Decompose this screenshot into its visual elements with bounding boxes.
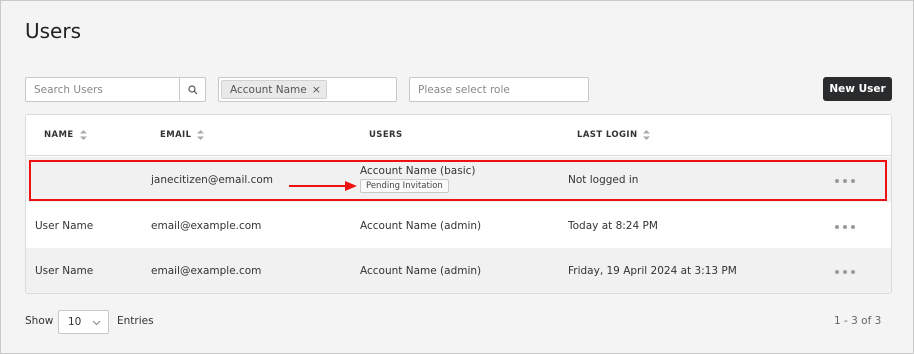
cell-name: User Name <box>35 220 94 232</box>
cell-last-login: Today at 8:24 PM <box>568 220 658 232</box>
page-title: Users <box>25 19 82 43</box>
row-actions-menu-icon[interactable] <box>835 267 855 277</box>
table-row[interactable]: janecitizen@email.com Account Name (basi… <box>26 157 891 202</box>
users-table: NAME EMAIL USERS LAST LOGIN janecitizen@… <box>25 114 892 294</box>
page-size-value: 10 <box>68 316 82 328</box>
row-actions-menu-icon[interactable] <box>835 176 855 186</box>
search-button[interactable] <box>179 78 205 101</box>
column-header-name[interactable]: NAME <box>44 130 87 140</box>
sort-icon <box>197 130 205 140</box>
cell-email: email@example.com <box>151 220 262 232</box>
column-header-last-login-label: LAST LOGIN <box>577 130 638 140</box>
column-header-last-login[interactable]: LAST LOGIN <box>577 130 651 140</box>
pagination-range: 1 - 3 of 3 <box>834 315 882 327</box>
search-icon <box>187 84 197 94</box>
search-box <box>25 77 206 102</box>
sort-icon <box>79 130 87 140</box>
cell-users: Account Name (admin) <box>360 220 482 232</box>
cell-last-login: Not logged in <box>568 174 639 186</box>
search-input[interactable] <box>26 78 180 101</box>
cell-users: Account Name (admin) <box>360 265 482 277</box>
column-header-users: USERS <box>369 130 403 140</box>
app-frame: Users Account Name × Please select role … <box>0 0 914 354</box>
status-badge: Pending Invitation <box>360 179 449 193</box>
account-filter-chip-label: Account Name <box>230 83 307 96</box>
annotation-arrow-icon <box>289 181 357 191</box>
cell-name: User Name <box>35 265 94 277</box>
cell-email: email@example.com <box>151 265 262 277</box>
column-header-email[interactable]: EMAIL <box>160 130 205 140</box>
entries-label: Entries <box>117 315 154 327</box>
table-row[interactable]: User Name email@example.com Account Name… <box>26 203 891 248</box>
cell-users: Account Name (basic) <box>360 165 476 177</box>
role-select[interactable]: Please select role <box>409 77 589 102</box>
column-header-email-label: EMAIL <box>160 130 192 140</box>
chevron-down-icon <box>92 320 101 326</box>
table-row[interactable]: User Name email@example.com Account Name… <box>26 248 891 293</box>
new-user-button[interactable]: New User <box>823 77 892 101</box>
account-filter-chip: Account Name × <box>221 80 327 99</box>
account-filter[interactable]: Account Name × <box>218 77 397 102</box>
show-label: Show <box>25 315 54 327</box>
page-size-select[interactable]: 10 <box>58 310 109 334</box>
table-header: NAME EMAIL USERS LAST LOGIN <box>26 115 891 156</box>
row-actions-menu-icon[interactable] <box>835 222 855 232</box>
column-header-users-label: USERS <box>369 130 403 140</box>
column-header-name-label: NAME <box>44 130 74 140</box>
sort-icon <box>643 130 651 140</box>
chip-remove-icon[interactable]: × <box>312 83 321 96</box>
cell-email: janecitizen@email.com <box>151 174 274 186</box>
cell-last-login: Friday, 19 April 2024 at 3:13 PM <box>568 265 737 277</box>
